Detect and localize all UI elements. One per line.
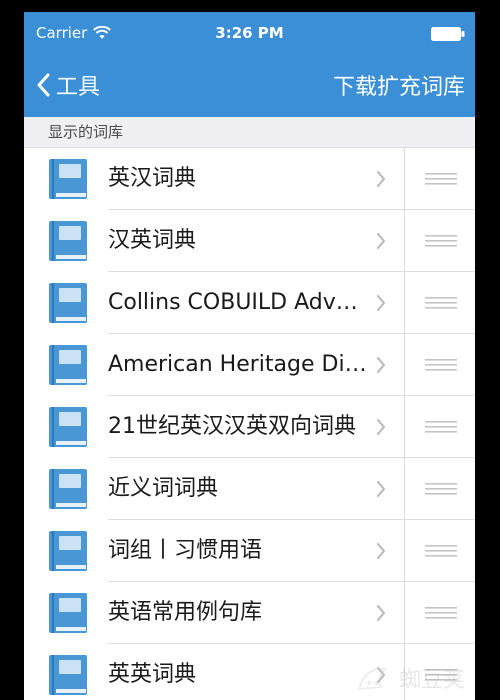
row-separator	[404, 520, 405, 582]
row-separator	[404, 210, 405, 272]
chevron-right-icon	[377, 233, 385, 249]
battery-icon	[431, 27, 465, 41]
back-label: 工具	[56, 75, 101, 100]
list-item[interactable]: Collins COBUILD Advanced Dictionary	[24, 272, 475, 334]
dictionary-list: 英汉词典 汉英词典 Collins COBUILD Advan American…	[24, 148, 475, 700]
book-icon	[49, 593, 87, 633]
list-item[interactable]: 21世纪英汉汉英双向词典	[24, 396, 475, 458]
reorder-icon[interactable]	[425, 235, 457, 247]
book-icon	[49, 283, 87, 323]
list-item[interactable]: 近义词词典	[24, 458, 475, 520]
list-item-label: 英汉词典	[108, 166, 197, 191]
app-screen: Carrier 3:26 PM 工具 下载扩充词库 显示的词库 英汉词典 汉英词…	[24, 12, 475, 700]
list-item-label: 英语常用例句库	[108, 600, 263, 625]
reorder-icon[interactable]	[425, 359, 457, 371]
book-icon	[49, 469, 87, 509]
chevron-right-icon	[377, 543, 385, 559]
status-time: 3:26 PM	[215, 24, 284, 42]
row-separator	[404, 272, 405, 334]
list-item[interactable]: American Heritage Dictionary	[24, 334, 475, 396]
list-item-label: 21世纪英汉汉英双向词典	[108, 414, 356, 439]
row-separator	[404, 458, 405, 520]
book-icon	[49, 531, 87, 571]
back-button[interactable]: 工具	[36, 65, 100, 105]
watermark-logo-icon	[357, 667, 388, 691]
row-separator	[404, 396, 405, 458]
watermark: 蜘豆荚	[355, 662, 465, 694]
section-header: 显示的词库	[24, 117, 475, 148]
chevron-right-icon	[377, 171, 385, 187]
list-item-label: 汉英词典	[108, 228, 197, 253]
list-item-label: 近义词词典	[108, 476, 219, 501]
book-icon	[49, 655, 87, 695]
reorder-icon[interactable]	[425, 545, 457, 557]
list-item[interactable]: 英语常用例句库	[24, 582, 475, 644]
row-separator	[404, 334, 405, 396]
watermark-text: 蜘豆荚	[398, 668, 465, 693]
reorder-icon[interactable]	[425, 421, 457, 433]
list-item-label: 英英词典	[108, 662, 197, 687]
book-icon	[49, 345, 87, 385]
reorder-icon[interactable]	[425, 607, 457, 619]
list-item[interactable]: 汉英词典	[24, 210, 475, 272]
chevron-right-icon	[377, 419, 385, 435]
chevron-right-icon	[377, 605, 385, 621]
reorder-icon[interactable]	[425, 483, 457, 495]
chevron-right-icon	[377, 481, 385, 497]
chevron-right-icon	[377, 357, 385, 373]
navigation-bar: 工具 下载扩充词库	[24, 57, 475, 117]
book-icon	[49, 159, 87, 199]
row-separator	[404, 148, 405, 210]
reorder-icon[interactable]	[425, 297, 457, 309]
status-bar: Carrier 3:26 PM	[24, 12, 475, 57]
list-item[interactable]: 词组丨习惯用语	[24, 520, 475, 582]
book-icon	[49, 221, 87, 261]
list-item[interactable]: 英汉词典	[24, 148, 475, 210]
list-item-label: 词组丨习惯用语	[108, 538, 263, 563]
row-separator	[404, 582, 405, 644]
download-dictionaries-button[interactable]: 下载扩充词库	[333, 65, 465, 105]
book-icon	[49, 407, 87, 447]
chevron-left-icon	[37, 73, 50, 97]
chevron-right-icon	[377, 295, 385, 311]
list-item-label: American Heritage Dictionary	[108, 352, 368, 377]
reorder-icon[interactable]	[425, 173, 457, 185]
list-item-label: Collins COBUILD Advanced Dictionary	[108, 290, 368, 315]
